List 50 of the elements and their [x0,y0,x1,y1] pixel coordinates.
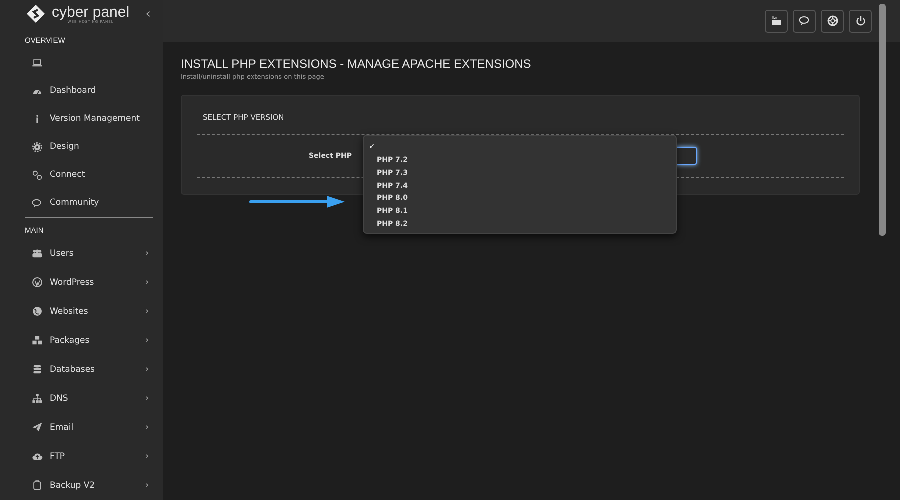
toolbar-button[interactable] [793,10,816,32]
globe-icon [32,306,43,317]
chevron-icon: › [145,306,149,316]
wordpress-icon [32,277,43,288]
chevron-icon: › [145,336,149,346]
sidebar-item[interactable]: Databases › [0,355,163,384]
chevron-icon: › [145,248,149,258]
sidebar-item[interactable]: Packages › [0,326,163,355]
chevron-icon: › [145,278,149,288]
scrollbar[interactable] [879,4,886,236]
boxes-icon [32,335,43,346]
chevron-icon: › [145,480,149,490]
sitemap-icon [32,393,43,404]
chevron-icon: › [145,364,149,374]
sidebar-item[interactable]: Community [0,189,163,217]
chevron-icon: › [145,422,149,432]
sidebar-item[interactable]: Users › [0,239,163,268]
sidebar-item[interactable]: FTP › [0,442,163,471]
database-icon [32,364,43,375]
brand-name: cyber panel [52,4,130,20]
sidebar-item[interactable]: DNS › [0,384,163,413]
sidebar-item[interactable]: Dashboard [0,77,163,105]
sidebar-item[interactable]: Version Management [0,105,163,133]
users-icon [32,248,43,259]
toolbar-button[interactable] [821,10,844,32]
paper-plane-icon [32,422,43,433]
page-title: INSTALL PHP EXTENSIONS - MANAGE APACHE EXTENSIONS [181,57,532,71]
chat-bubbles-icon [32,198,43,208]
chevron-icon: › [145,452,149,462]
video-icon [770,15,782,27]
sidebar-item[interactable]: Backup V2 › [0,471,163,500]
link-icon [32,170,43,180]
clipboard-icon [32,480,43,491]
toolbar-button[interactable] [849,10,872,32]
sidebar-item[interactable]: Email › [0,413,163,442]
sidebar-item[interactable]: WordPress › [0,268,163,297]
sidebar-item[interactable]: Design [0,133,163,161]
check-mark: ✓ [368,140,377,152]
toolbar-button[interactable] [765,10,788,32]
logo-icon [26,4,46,24]
collapse-sidebar-button[interactable]: ‹ [142,6,155,22]
chat-bubbles-icon [798,15,810,27]
cloud-upload-icon [32,451,43,462]
power-icon [854,15,866,27]
sidebar-item[interactable]: Connect [0,161,163,189]
lifebuoy-icon [826,15,838,27]
chevron-icon: › [145,394,149,404]
gear-icon [32,142,43,152]
sidebar-item[interactable]: Websites › [0,297,163,326]
laptop-icon [32,58,43,68]
